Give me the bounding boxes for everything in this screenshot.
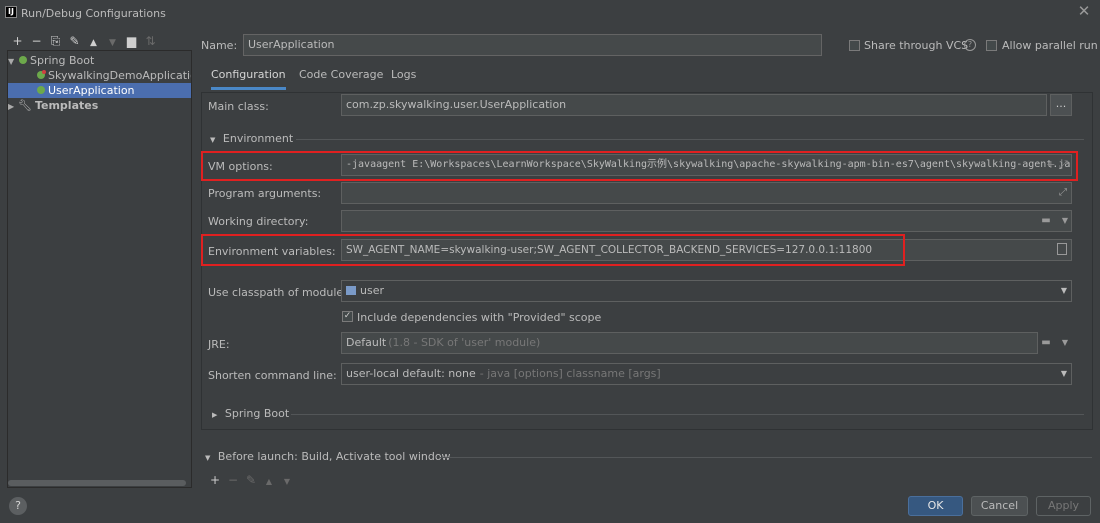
jre-hint: (1.8 - SDK of 'user' module): [388, 336, 541, 349]
close-icon[interactable]: ✕: [1076, 3, 1092, 19]
help-icon[interactable]: ?: [964, 39, 976, 51]
shorten-command-line-label: Shorten command line:: [208, 369, 337, 382]
shorten-hint: - java [options] classname [args]: [479, 367, 661, 380]
classpath-module-value: user: [360, 284, 384, 297]
working-directory-input[interactable]: [341, 210, 1072, 232]
jre-label: JRE:: [208, 338, 230, 351]
folder-icon[interactable]: ▬: [1037, 333, 1055, 353]
config-tree: ▼ Spring Boot SkywalkingDemoApplication U…: [7, 50, 192, 488]
main-class-label: Main class:: [208, 100, 269, 113]
allow-parallel-checkbox[interactable]: [986, 40, 997, 51]
chevron-down-icon[interactable]: ▼: [1056, 333, 1074, 353]
shorten-value: user-local default: none: [346, 367, 476, 380]
move-up-icon[interactable]: ▲: [84, 35, 103, 51]
tab-configuration[interactable]: Configuration: [211, 68, 286, 90]
chevron-down-icon: ▼: [1060, 369, 1067, 378]
expand-arrow-icon: ▶: [212, 411, 218, 419]
tree-label: UserApplication: [48, 84, 135, 97]
environment-variables-input[interactable]: SW_AGENT_NAME=skywalking-user;SW_AGENT_C…: [341, 239, 1072, 261]
spring-boot-section-label: Spring Boot: [224, 407, 290, 420]
collapse-arrow-icon: ▼: [210, 136, 216, 144]
tab-code-coverage[interactable]: Code Coverage: [299, 68, 383, 90]
move-down-icon[interactable]: ▼: [278, 474, 296, 490]
section-divider: [291, 414, 1084, 415]
ok-button[interactable]: OK: [908, 496, 963, 516]
add-icon[interactable]: +: [206, 472, 224, 488]
share-vcs-label: Share through VCS: [864, 39, 969, 52]
expand-icon[interactable]: + ⤢: [1043, 155, 1071, 175]
cancel-button[interactable]: Cancel: [971, 496, 1028, 516]
add-icon[interactable]: +: [8, 33, 27, 49]
chevron-down-icon: ▼: [1060, 286, 1067, 295]
program-arguments-input[interactable]: [341, 182, 1072, 204]
remove-icon[interactable]: −: [27, 33, 46, 49]
classpath-module-label: Use classpath of module:: [208, 286, 347, 299]
help-button[interactable]: ?: [9, 497, 27, 515]
shorten-command-line-select[interactable]: user-local default: none - java [options]…: [341, 363, 1072, 385]
allow-parallel-label: Allow parallel run: [1002, 39, 1098, 52]
edit-document-icon[interactable]: [1057, 243, 1067, 255]
include-provided-checkbox[interactable]: ✓: [342, 311, 353, 322]
tree-label: Spring Boot: [30, 54, 95, 67]
classpath-module-select[interactable]: user ▼: [341, 280, 1072, 302]
include-provided-label: Include dependencies with "Provided" sco…: [357, 311, 602, 324]
environment-variables-label: Environment variables:: [208, 245, 336, 258]
app-icon: IJ: [5, 6, 17, 18]
main-class-input[interactable]: com.zp.skywalking.user.UserApplication: [341, 94, 1047, 116]
expand-arrow-icon[interactable]: ▼: [8, 54, 18, 69]
folder-icon[interactable]: ▬: [1037, 211, 1055, 231]
section-divider: [440, 457, 1092, 458]
name-label: Name:: [201, 39, 238, 52]
vm-options-input[interactable]: -javaagent E:\Workspaces\LearnWorkspace\…: [341, 154, 1072, 176]
wrench-icon: 🔧︎: [18, 99, 32, 112]
move-down-icon[interactable]: ▼: [103, 35, 122, 51]
tree-node-spring-boot[interactable]: ▼ Spring Boot: [8, 53, 191, 68]
spring-boot-app-icon: [37, 70, 46, 79]
chevron-down-icon[interactable]: ▼: [1056, 211, 1074, 231]
collapse-arrow-icon[interactable]: ▶: [8, 99, 18, 114]
folder-icon[interactable]: ▆: [122, 33, 141, 49]
before-launch-section[interactable]: ▼ Before launch: Build, Activate tool wi…: [205, 450, 451, 463]
share-vcs-checkbox[interactable]: [849, 40, 860, 51]
edit-icon[interactable]: ✎: [242, 472, 260, 488]
working-directory-label: Working directory:: [208, 215, 309, 228]
tab-logs[interactable]: Logs: [391, 68, 416, 90]
tree-label: SkywalkingDemoApplication: [48, 69, 192, 82]
expand-icon[interactable]: ⤢: [1054, 183, 1072, 203]
jre-input[interactable]: Default (1.8 - SDK of 'user' module): [341, 332, 1038, 354]
environment-section[interactable]: ▼ Environment: [210, 132, 293, 145]
sort-icon[interactable]: ⇅: [141, 33, 160, 49]
tree-label: Templates: [34, 99, 99, 112]
section-divider: [296, 139, 1084, 140]
program-arguments-label: Program arguments:: [208, 187, 322, 200]
move-up-icon[interactable]: ▲: [260, 474, 278, 490]
window-title: Run/Debug Configurations: [21, 7, 166, 20]
spring-boot-app-icon: [37, 86, 45, 94]
jre-value: Default: [346, 336, 387, 349]
browse-button[interactable]: ...: [1050, 94, 1072, 116]
tree-item-user-application[interactable]: UserApplication: [8, 83, 191, 98]
vm-options-label: VM options:: [208, 160, 273, 173]
remove-icon[interactable]: −: [224, 472, 242, 488]
collapse-arrow-icon: ▼: [205, 454, 211, 462]
apply-button[interactable]: Apply: [1036, 496, 1091, 516]
left-toolbar: + − ⎘ ✎ ▲ ▼ ▆ ⇅: [8, 33, 160, 49]
module-icon: [346, 286, 356, 295]
tree-item-skywalking-demo[interactable]: SkywalkingDemoApplication: [8, 68, 191, 83]
name-input[interactable]: UserApplication: [243, 34, 822, 56]
environment-section-label: Environment: [222, 132, 294, 145]
wrench-icon[interactable]: ✎: [65, 33, 84, 49]
copy-icon[interactable]: ⎘: [46, 33, 65, 49]
tree-node-templates[interactable]: ▶ 🔧︎ Templates: [8, 98, 191, 113]
before-launch-toolbar: + − ✎ ▲ ▼: [206, 472, 296, 490]
left-scrollbar[interactable]: [8, 480, 186, 486]
before-launch-label: Before launch: Build, Activate tool wind…: [217, 450, 451, 463]
spring-boot-icon: [19, 56, 27, 64]
spring-boot-section[interactable]: ▶ Spring Boot: [212, 407, 289, 420]
